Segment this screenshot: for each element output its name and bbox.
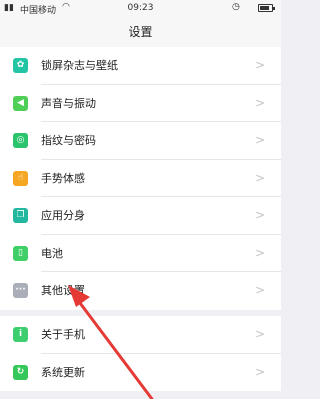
row-label: 手势体感 bbox=[41, 171, 85, 185]
battery-icon: ▯ bbox=[13, 245, 28, 261]
row-label: 电池 bbox=[41, 246, 63, 260]
row-label: 应用分身 bbox=[41, 209, 85, 222]
alarm-icon: ◷ bbox=[232, 2, 240, 12]
chevron-right-icon: > bbox=[254, 364, 265, 379]
sound-icon: ◀ bbox=[13, 95, 28, 111]
update-icon: ↻ bbox=[13, 364, 28, 380]
wallpaper-icon: ✿ bbox=[13, 58, 28, 73]
row-label: 其他设置 bbox=[41, 284, 85, 297]
row-gesture[interactable]: ☝ 手势体感 > bbox=[0, 160, 281, 197]
chevron-right-icon: > bbox=[254, 170, 265, 185]
row-sound[interactable]: ◀ 声音与振动 > bbox=[0, 85, 281, 122]
row-wallpaper[interactable]: ✿ 锁屏杂志与壁纸 > bbox=[0, 47, 281, 85]
page-title: 设置 bbox=[0, 17, 281, 47]
row-label: 系统更新 bbox=[41, 365, 85, 379]
settings-group-main: ✿ 锁屏杂志与壁纸 > ◀ 声音与振动 > ◎ 指纹与密码 > ☝ 手势体感 >… bbox=[0, 47, 281, 310]
chevron-right-icon: > bbox=[254, 95, 265, 110]
row-label: 关于手机 bbox=[41, 328, 85, 341]
status-bar: ▮▮ 中国移动 ◠ 09:23 ◷ bbox=[0, 0, 281, 17]
chevron-right-icon: > bbox=[254, 245, 265, 260]
chevron-right-icon: > bbox=[254, 327, 265, 341]
row-label: 声音与振动 bbox=[41, 96, 96, 110]
row-about-phone[interactable]: i 关于手机 > bbox=[0, 316, 281, 354]
chevron-right-icon: > bbox=[254, 283, 265, 297]
row-label: 锁屏杂志与壁纸 bbox=[41, 59, 118, 72]
fingerprint-icon: ◎ bbox=[13, 133, 28, 148]
row-fingerprint[interactable]: ◎ 指纹与密码 > bbox=[0, 122, 281, 160]
gesture-icon: ☝ bbox=[13, 170, 28, 186]
row-label: 指纹与密码 bbox=[41, 134, 96, 147]
settings-group-system: i 关于手机 > ↻ 系统更新 > bbox=[0, 316, 281, 391]
row-app-clone[interactable]: ❐ 应用分身 > bbox=[0, 197, 281, 235]
app-clone-icon: ❐ bbox=[13, 208, 28, 223]
info-icon: i bbox=[13, 327, 28, 342]
battery-icon bbox=[258, 4, 275, 12]
row-other-settings[interactable]: ··· 其他设置 > bbox=[0, 272, 281, 310]
row-system-update[interactable]: ↻ 系统更新 > bbox=[0, 354, 281, 392]
chevron-right-icon: > bbox=[254, 208, 265, 222]
chevron-right-icon: > bbox=[254, 133, 265, 147]
row-battery[interactable]: ▯ 电池 > bbox=[0, 235, 281, 272]
more-icon: ··· bbox=[13, 283, 28, 298]
chevron-right-icon: > bbox=[254, 58, 265, 72]
